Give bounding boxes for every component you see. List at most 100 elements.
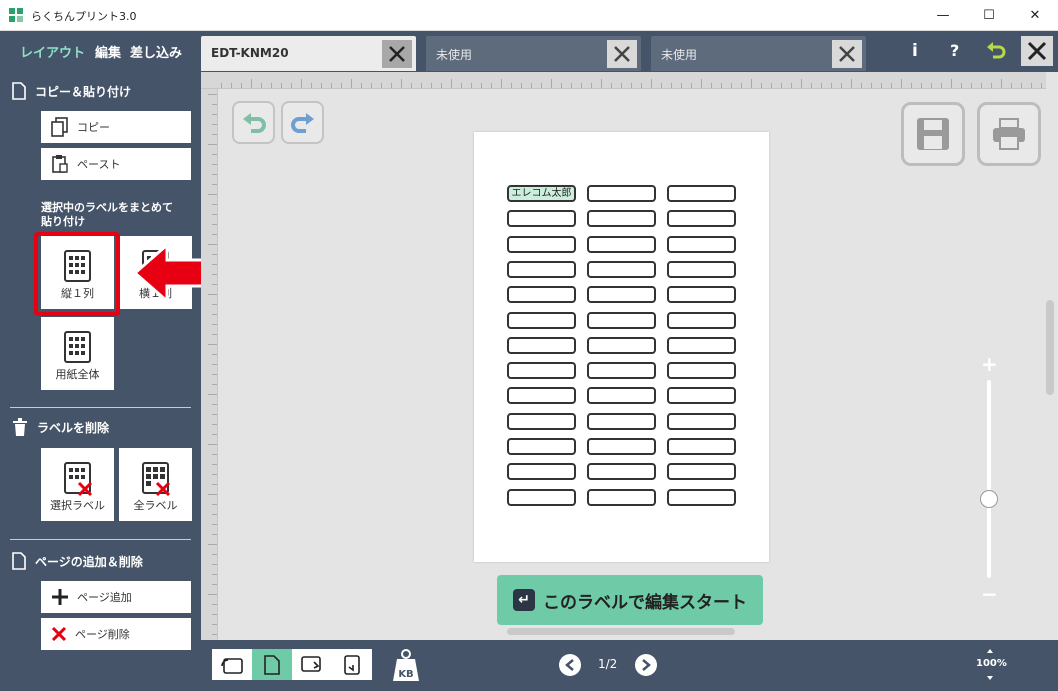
label-cell[interactable]: エレコム太郎 <box>507 185 576 202</box>
start-editing-button[interactable]: ↵ このラベルで編集スタート <box>497 575 763 625</box>
label-cell[interactable] <box>507 311 576 329</box>
label-cell[interactable] <box>587 438 656 455</box>
rotate-left-view-button[interactable] <box>212 649 252 680</box>
undo-arrow-icon[interactable] <box>985 41 1007 61</box>
save-button[interactable] <box>901 102 965 166</box>
label-cell[interactable] <box>667 387 736 405</box>
previous-page-button[interactable] <box>559 654 581 676</box>
app-logo-icon <box>9 8 23 22</box>
tab-close-button[interactable] <box>832 40 862 68</box>
mode-tab-edit[interactable]: 編集 <box>95 42 121 61</box>
flip-view-button[interactable] <box>332 649 372 680</box>
add-page-button[interactable]: ページ追加 <box>41 581 191 613</box>
delete-selected-label-icon <box>64 462 93 496</box>
label-cell[interactable] <box>587 336 656 354</box>
remove-page-button[interactable]: ページ削除 <box>41 618 191 650</box>
bulk-paste-title-line1: 選択中のラベルをまとめて <box>41 201 173 214</box>
label-cell[interactable] <box>587 260 656 278</box>
label-cell[interactable] <box>587 362 656 380</box>
app-close-button[interactable] <box>1021 36 1053 66</box>
delete-all-button[interactable]: 全ラベル <box>119 448 192 521</box>
label-cell[interactable] <box>507 438 576 455</box>
horizontal-scrollbar[interactable] <box>507 628 735 635</box>
printer-icon <box>993 118 1025 150</box>
portrait-view-button[interactable] <box>252 649 292 680</box>
highlight-callout <box>34 232 120 316</box>
document-tab[interactable]: EDT-KNM20 <box>201 36 416 71</box>
next-page-button[interactable] <box>635 654 657 676</box>
label-cell[interactable] <box>507 387 576 405</box>
info-button[interactable]: i <box>912 41 918 61</box>
label-cell[interactable] <box>667 235 736 253</box>
horizontal-ruler <box>201 72 1046 89</box>
page-view-modes <box>212 649 372 680</box>
zoom-slider[interactable] <box>987 380 991 578</box>
label-cell[interactable] <box>507 336 576 354</box>
label-cell[interactable] <box>587 412 656 430</box>
label-cell[interactable] <box>667 362 736 380</box>
maximize-button[interactable]: ☐ <box>966 0 1012 31</box>
label-cell[interactable] <box>667 311 736 329</box>
mode-tab-layout[interactable]: レイアウト <box>20 42 85 61</box>
label-cell[interactable] <box>667 336 736 354</box>
zoom-in-button[interactable]: + <box>981 352 998 376</box>
label-cell[interactable] <box>507 488 576 506</box>
section-delete: ラベルを削除 <box>12 418 109 436</box>
document-tab[interactable]: 未使用 <box>651 36 866 71</box>
label-cell[interactable] <box>587 488 656 506</box>
label-cell[interactable] <box>507 286 576 304</box>
label-grid-icon <box>64 331 91 363</box>
canvas-area[interactable]: エレコム太郎 ↵ このラベルで編集スタート + − <box>201 72 1046 640</box>
help-button[interactable]: ? <box>950 41 959 60</box>
label-cell[interactable] <box>667 412 736 430</box>
label-cell[interactable] <box>507 463 576 481</box>
flip-page-icon <box>344 654 360 675</box>
label-cell[interactable] <box>667 488 736 506</box>
document-tab[interactable]: 未使用 <box>426 36 641 71</box>
label-cell[interactable] <box>667 260 736 278</box>
document-icon <box>12 82 26 100</box>
section-title: コピー＆貼り付け <box>35 84 132 99</box>
tab-close-button[interactable] <box>382 40 412 68</box>
label-cell[interactable] <box>507 412 576 430</box>
label-cell[interactable] <box>507 260 576 278</box>
label-cell[interactable] <box>667 463 736 481</box>
redo-button[interactable] <box>281 101 324 144</box>
weight-kb-icon: KB <box>393 649 419 681</box>
copy-button[interactable]: コピー <box>41 111 191 143</box>
label-cell[interactable] <box>587 311 656 329</box>
vertical-scrollbar-thumb[interactable] <box>1046 300 1054 395</box>
label-cell[interactable] <box>667 438 736 455</box>
rotate-right-view-button[interactable] <box>292 649 332 680</box>
title-bar: らくちんプリント3.0 — ☐ ✕ <box>0 0 1058 31</box>
document-icon <box>12 552 26 570</box>
print-button[interactable] <box>977 102 1041 166</box>
paste-label: ペースト <box>77 158 121 171</box>
label-cell[interactable] <box>507 362 576 380</box>
label-cell[interactable] <box>587 210 656 228</box>
label-cell[interactable] <box>667 185 736 202</box>
label-cell[interactable] <box>587 463 656 481</box>
label-cell[interactable] <box>587 185 656 202</box>
copy-icon <box>51 117 68 137</box>
minimize-button[interactable]: — <box>920 0 966 31</box>
vertical-ruler <box>201 89 218 640</box>
label-cell[interactable] <box>587 387 656 405</box>
mode-tab-merge[interactable]: 差し込み <box>130 42 182 61</box>
zoom-out-button[interactable]: − <box>981 582 998 606</box>
paste-button[interactable]: ペースト <box>41 148 191 180</box>
tab-close-button[interactable] <box>607 40 637 68</box>
label-cell[interactable] <box>667 210 736 228</box>
label-cell[interactable] <box>587 286 656 304</box>
label-cell[interactable] <box>667 286 736 304</box>
zoom-slider-thumb[interactable] <box>980 489 998 508</box>
label-sheet[interactable]: エレコム太郎 <box>474 132 769 562</box>
label-cell[interactable] <box>507 235 576 253</box>
delete-selected-button[interactable]: 選択ラベル <box>41 448 114 521</box>
bottom-bar: KB 1/2 100% <box>201 640 1058 691</box>
window-close-button[interactable]: ✕ <box>1012 0 1058 31</box>
label-cell[interactable] <box>507 210 576 228</box>
label-cell[interactable] <box>587 235 656 253</box>
paste-whole-sheet-button[interactable]: 用紙全体 <box>41 317 114 390</box>
undo-button[interactable] <box>232 101 275 144</box>
